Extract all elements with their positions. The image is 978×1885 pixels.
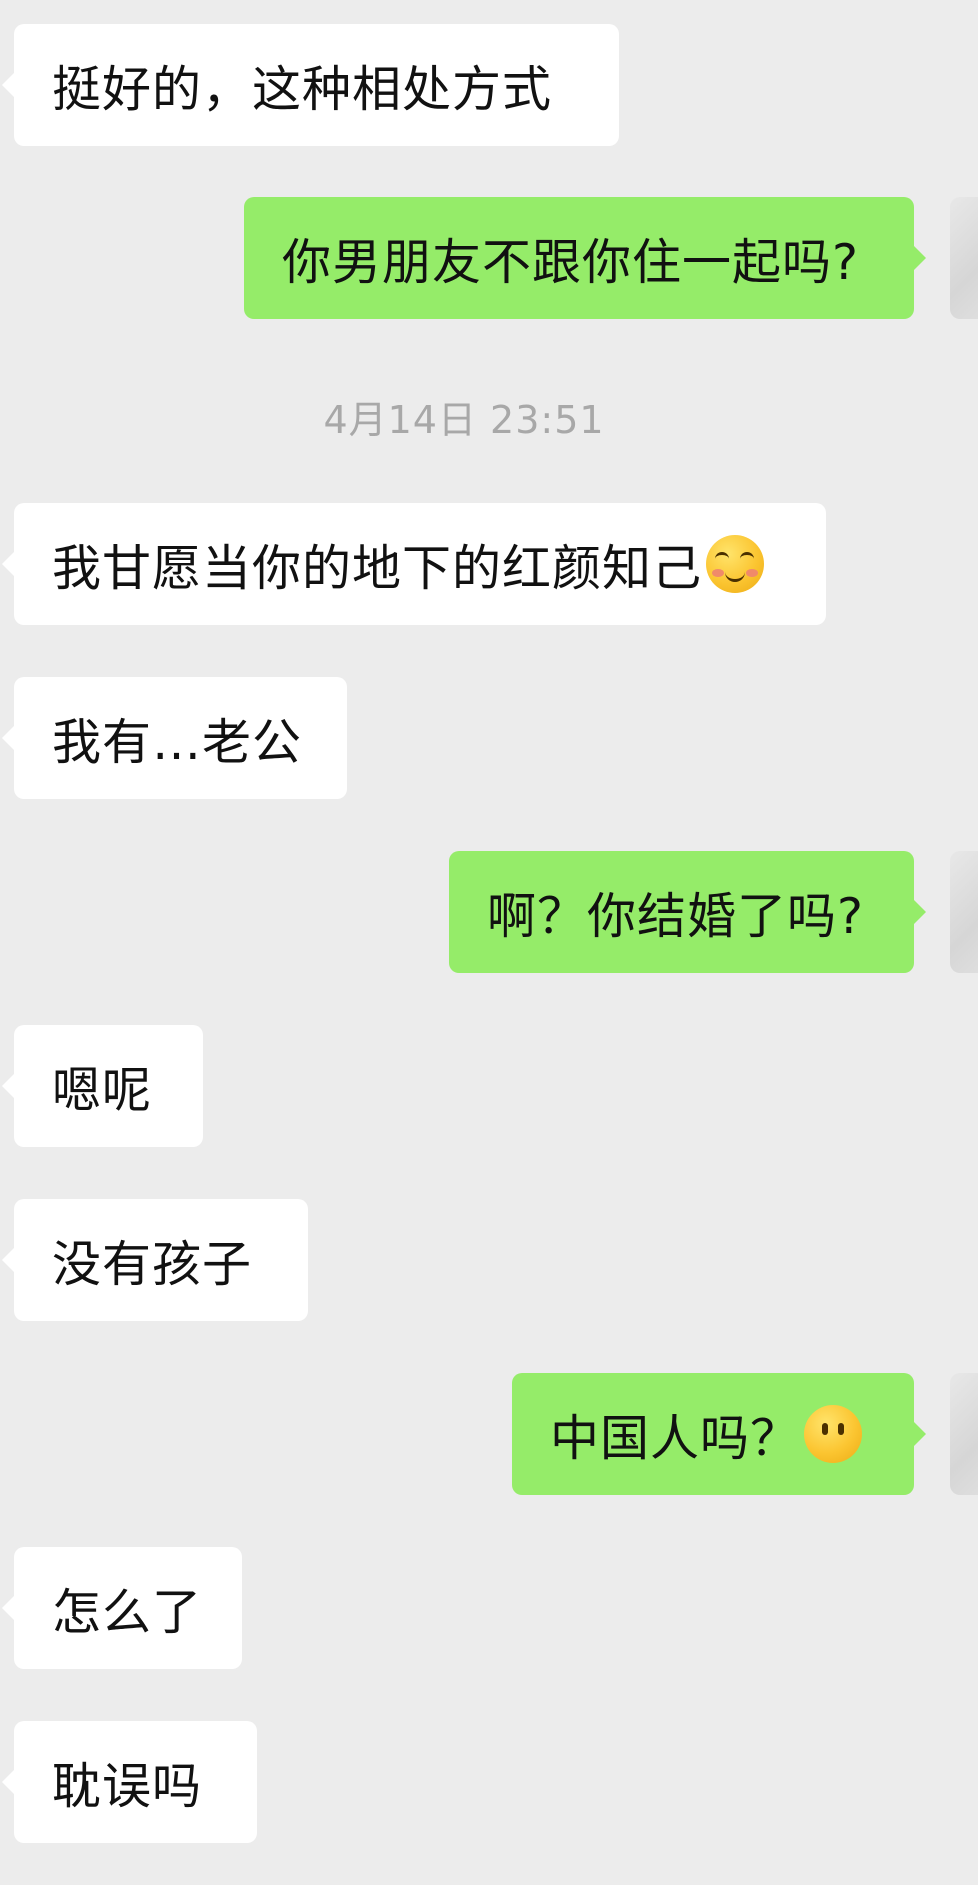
message-bubble-incoming[interactable]: 嗯呢 xyxy=(2,1025,203,1147)
message-bubble-incoming[interactable]: 怎么了 xyxy=(2,1547,242,1669)
message-text: 没有孩子 xyxy=(52,1235,253,1293)
message-timestamp: 4月14日 23:51 xyxy=(323,398,605,442)
message-text: 我甘愿当你的地下的红颜知己 xyxy=(52,539,703,597)
user-avatar[interactable] xyxy=(950,851,978,973)
message-bubble-outgoing[interactable]: 啊？你结婚了吗? xyxy=(449,851,926,973)
message-text: 啊？你结婚了吗? xyxy=(487,887,865,945)
message-bubble-incoming[interactable]: 耽误吗 xyxy=(2,1721,257,1843)
message-bubble-incoming[interactable]: 我甘愿当你的地下的红颜知己 xyxy=(2,503,826,625)
message-bubble-incoming[interactable]: 没有孩子 xyxy=(2,1199,308,1321)
message-text: 我有…老公 xyxy=(52,713,303,771)
shy-smiling-face-emoji xyxy=(706,535,765,593)
message-text: 中国人吗？ xyxy=(550,1409,801,1467)
message-text: 耽误吗 xyxy=(52,1757,203,1815)
message-bubble-outgoing[interactable]: 中国人吗？ xyxy=(512,1373,926,1495)
message-text: 你男朋友不跟你住一起吗? xyxy=(282,233,860,291)
message-text: 怎么了 xyxy=(52,1583,203,1641)
message-text: 挺好的，这种相处方式 xyxy=(52,60,553,118)
message-bubble-outgoing[interactable]: 你男朋友不跟你住一起吗? xyxy=(244,197,926,319)
user-avatar[interactable] xyxy=(950,1373,978,1495)
message-text: 嗯呢 xyxy=(52,1061,153,1119)
face-without-mouth-emoji xyxy=(804,1405,863,1463)
message-bubble-incoming[interactable]: 挺好的，这种相处方式 xyxy=(2,24,619,146)
user-avatar[interactable] xyxy=(950,197,978,319)
message-bubble-incoming[interactable]: 我有…老公 xyxy=(2,677,347,799)
